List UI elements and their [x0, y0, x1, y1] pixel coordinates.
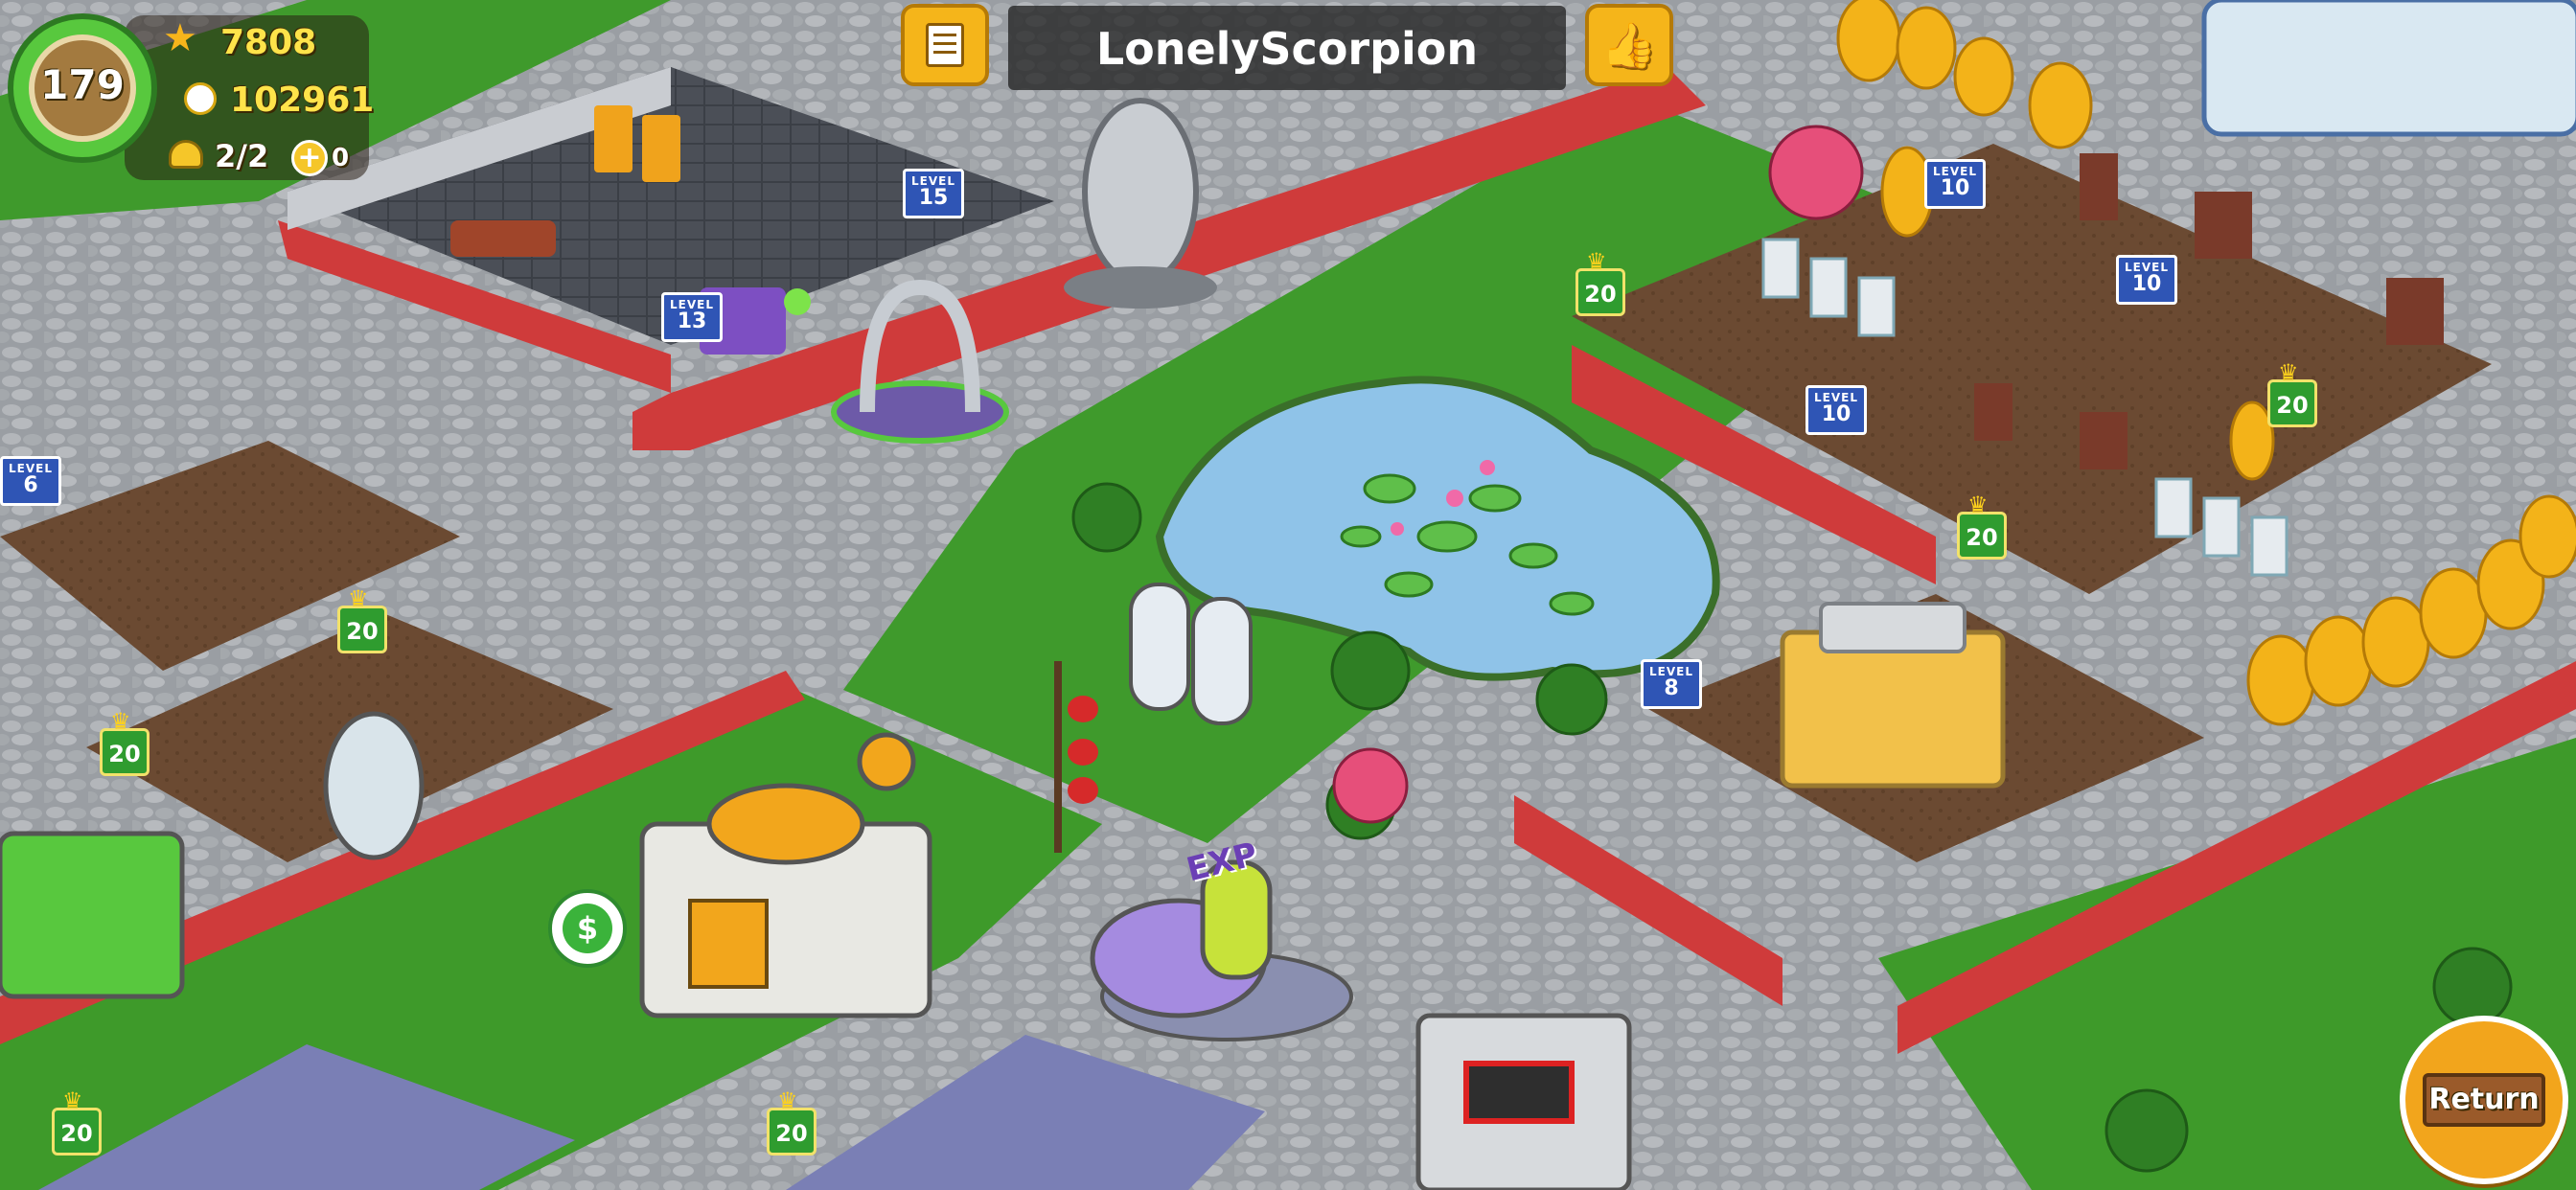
- storage-door: [688, 899, 769, 989]
- add-worker-button[interactable]: +: [291, 140, 328, 176]
- crown-badge[interactable]: ♛ 20: [2267, 361, 2317, 427]
- medical-pods: [2201, 0, 2576, 137]
- crown-icon: ♛: [1586, 248, 1607, 275]
- arcade-cabinet: [594, 105, 632, 172]
- teleporter-base: [1064, 266, 1217, 309]
- dollar-bubble-icon: $: [563, 904, 612, 953]
- crown-icon: ♛: [110, 708, 131, 735]
- stars-count: 7808: [220, 23, 317, 62]
- worker-helmet-icon: [169, 140, 203, 169]
- crown-badge[interactable]: ♛ 20: [767, 1089, 816, 1156]
- teleport-capsule: [323, 711, 425, 860]
- return-button[interactable]: Return: [2400, 1016, 2568, 1184]
- crown-badge[interactable]: ♛ 20: [1576, 250, 1625, 316]
- gold-pavilion-roof: [1819, 602, 1966, 653]
- level-flag[interactable]: LEVEL 15: [903, 169, 964, 218]
- crown-badge[interactable]: ♛ 20: [52, 1089, 102, 1156]
- level-flag[interactable]: LEVEL 8: [1641, 659, 1702, 709]
- level-flag[interactable]: LEVEL 13: [661, 292, 723, 342]
- level-flag[interactable]: LEVEL 10: [2116, 255, 2177, 305]
- gold-pavilion: [1780, 629, 2006, 789]
- return-label: Return: [2428, 1083, 2540, 1116]
- coins-count: 102961: [230, 80, 375, 120]
- coin-icon: [184, 82, 217, 115]
- red-lanterns: [1068, 696, 1098, 804]
- menu-button[interactable]: [901, 4, 989, 86]
- crown-icon: ♛: [2278, 359, 2299, 386]
- lantern-pole: [1054, 661, 1062, 853]
- player-name: LonelyScorpion: [1095, 23, 1479, 75]
- sofa: [450, 220, 556, 257]
- level-flag[interactable]: LEVEL 6: [0, 456, 61, 506]
- crown-badge[interactable]: ♛ 20: [337, 587, 387, 653]
- like-button[interactable]: 👍: [1585, 4, 1673, 86]
- radar-dish: [857, 732, 916, 791]
- star-icon: ★: [163, 16, 197, 60]
- player-hud: 179 ★ 7808 102961 2/2 + 0: [0, 0, 402, 182]
- crown-icon: ♛: [1967, 492, 1989, 518]
- workers-extra: 0: [332, 144, 350, 172]
- player-name-banner: LonelyScorpion: [1008, 6, 1566, 90]
- level-flag[interactable]: LEVEL 10: [1924, 159, 1986, 209]
- level-flag[interactable]: LEVEL 10: [1806, 385, 1867, 435]
- arcade-cabinet-2: [642, 115, 680, 182]
- crown-icon: ♛: [62, 1087, 83, 1114]
- storage-dome: [706, 783, 865, 865]
- crown-icon: ♛: [348, 585, 369, 612]
- crown-icon: ♛: [777, 1087, 798, 1114]
- jail-bars: [1463, 1061, 1575, 1124]
- crown-badge[interactable]: ♛ 20: [100, 710, 150, 776]
- crown-badge[interactable]: ♛ 20: [1957, 493, 2007, 560]
- green-generator: [0, 831, 185, 999]
- player-level: 179: [40, 61, 125, 108]
- machine-dial: [784, 288, 811, 315]
- plus-icon: +: [297, 141, 322, 174]
- teleporter-pod: [1082, 98, 1199, 286]
- money-bubble[interactable]: $: [548, 889, 627, 968]
- list-icon: [926, 23, 964, 67]
- player-level-ring[interactable]: 179: [8, 13, 157, 163]
- workers-count: 2/2: [215, 138, 269, 174]
- thumbs-up-icon: 👍: [1601, 19, 1657, 71]
